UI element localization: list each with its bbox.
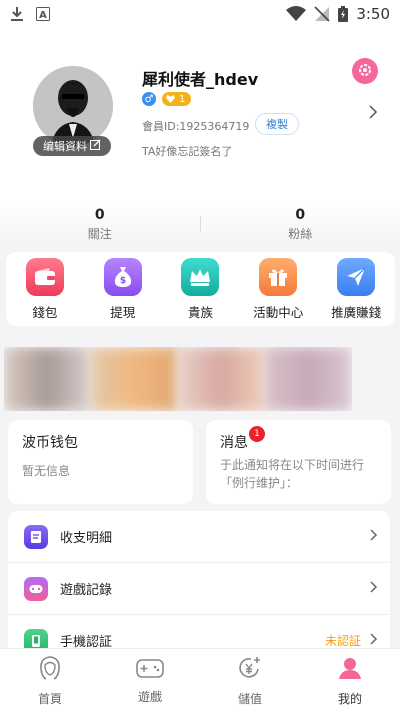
quick-promotion[interactable]: 推廣賺錢 [317, 252, 395, 326]
level-number: 1 [179, 93, 186, 105]
battery-icon [338, 6, 349, 22]
wifi-icon [286, 6, 307, 22]
quick-withdraw[interactable]: $ 提現 [84, 252, 162, 326]
fans-count: 0 [295, 206, 306, 223]
edit-icon [90, 139, 101, 153]
settings-button[interactable] [352, 58, 378, 84]
wallet-card[interactable]: 波币钱包 暂无信息 [8, 420, 193, 504]
avatar[interactable] [33, 66, 113, 146]
girl-face-icon [37, 655, 63, 685]
svg-text:$: $ [120, 276, 126, 286]
tab-recharge[interactable]: 儲值 [200, 649, 300, 712]
paper-plane-icon [337, 258, 376, 296]
stat-following[interactable]: 0 關注 [0, 200, 200, 248]
quick-nobility[interactable]: 貴族 [162, 252, 240, 326]
chevron-right-icon [369, 527, 378, 546]
menu-item-label: 收支明細 [60, 531, 113, 546]
menu-item-transactions[interactable]: 收支明細 [8, 511, 390, 563]
quick-wallet-label: 錢包 [32, 305, 58, 320]
edit-profile-label: 编辑資料 [43, 140, 87, 153]
gamepad-icon [24, 576, 48, 601]
money-bag-icon: $ [103, 258, 142, 296]
quick-withdraw-label: 提現 [110, 305, 136, 320]
menu-item-game-records[interactable]: 遊戲記錄 [8, 563, 390, 615]
gear-icon [358, 62, 372, 81]
quick-activity-center-label: 活動中心 [253, 305, 304, 320]
quick-wallet[interactable]: 錢包 [6, 252, 84, 326]
tab-recharge-label: 儲值 [237, 691, 262, 706]
promo-banner[interactable] [4, 347, 352, 411]
heart-icon [166, 95, 175, 103]
level-badge: 1 [162, 92, 192, 106]
quick-promotion-label: 推廣賺錢 [331, 305, 382, 320]
following-label: 關注 [87, 226, 112, 241]
messages-card[interactable]: 消息1 于此通知将在以下时间进行「例行维护」： [206, 420, 391, 504]
stat-fans[interactable]: 0 粉絲 [201, 200, 400, 248]
quick-activity-center[interactable]: 活動中心 [239, 252, 317, 326]
unread-count-badge: 1 [249, 426, 265, 442]
tab-mine-label: 我的 [337, 691, 362, 706]
member-id: 會員ID:1925364719 [142, 120, 250, 133]
fans-label: 粉絲 [288, 226, 313, 241]
svg-text:A: A [39, 10, 47, 21]
username: 犀利使者_hdev [142, 70, 259, 89]
tab-games[interactable]: 遊戲 [100, 649, 200, 712]
follow-stats: 0 關注 0 粉絲 [0, 200, 400, 248]
messages-card-subtitle: 于此通知将在以下时间进行「例行维护」： [220, 458, 365, 490]
tab-mine[interactable]: 我的 [300, 649, 400, 712]
following-count: 0 [94, 206, 105, 223]
signature: TA好像忘記簽名了 [142, 145, 233, 158]
document-icon [24, 524, 48, 549]
text-a-icon: A [36, 7, 50, 21]
wallet-icon [25, 258, 64, 296]
chevron-right-icon [369, 579, 378, 598]
user-badges: ♂ 1 [142, 92, 192, 106]
tab-home-label: 首頁 [37, 691, 62, 706]
quick-nobility-label: 貴族 [187, 305, 213, 320]
messages-card-heading: 消息1 [220, 426, 377, 452]
wallet-card-title: 波币钱包 [22, 435, 78, 451]
download-icon [10, 6, 24, 22]
gamepad-icon [136, 657, 164, 683]
copy-id-button[interactable]: 複製 [255, 113, 299, 135]
status-bar: A 3:50 [0, 0, 400, 28]
male-icon: ♂ [142, 92, 156, 106]
messages-card-title: 消息 [220, 435, 248, 451]
gift-icon [259, 258, 298, 296]
bottom-tab-bar: 首頁 遊戲 儲值 我的 [0, 648, 400, 712]
quick-actions: 錢包 $ 提現 貴族 活動中心 推廣賺錢 [6, 252, 395, 326]
yen-coin-icon [237, 655, 263, 685]
tab-games-label: 遊戲 [137, 689, 162, 704]
user-icon [337, 655, 363, 685]
profile-chevron-right-icon[interactable] [368, 104, 378, 124]
menu-item-label: 遊戲記錄 [60, 583, 113, 598]
verification-status: 未認証 [324, 634, 361, 648]
status-time: 3:50 [356, 5, 390, 23]
crown-icon [181, 258, 220, 296]
tab-home[interactable]: 首頁 [0, 649, 100, 712]
no-signal-icon [314, 6, 330, 22]
wallet-card-subtitle: 暂无信息 [22, 464, 71, 478]
edit-profile-button[interactable]: 编辑資料 [33, 136, 111, 156]
menu-list: 收支明細 遊戲記錄 手機認証 未認証 [8, 511, 390, 667]
